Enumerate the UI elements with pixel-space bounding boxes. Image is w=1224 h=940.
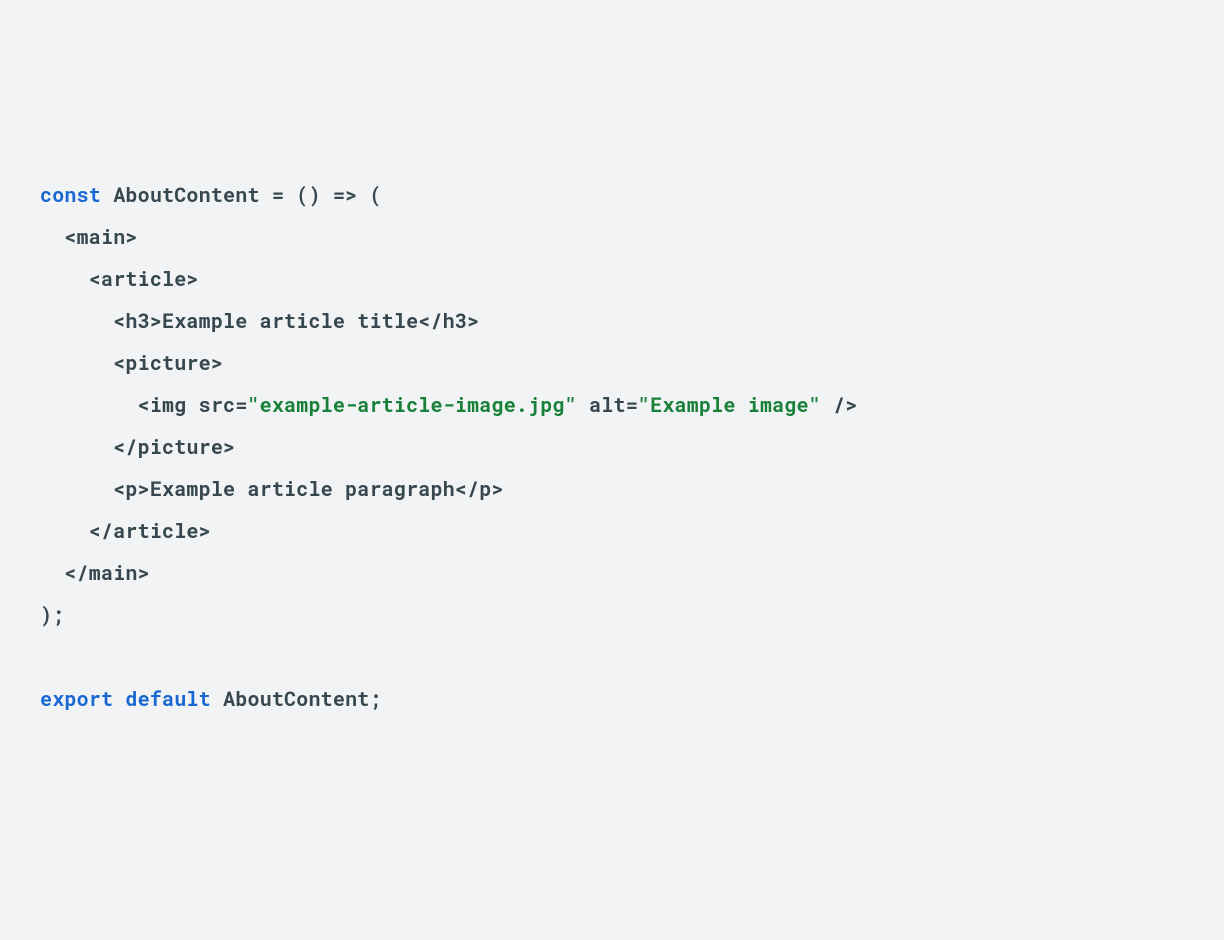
code-line-11: ); (40, 594, 1184, 636)
tag-p-open: <p> (113, 476, 150, 502)
identifier-name: AboutContent (113, 182, 259, 208)
punct-close-paren: ); (40, 602, 64, 628)
tag-picture-close: </picture> (113, 434, 235, 460)
text-h3: Example article title (162, 308, 418, 334)
code-line-6: <img src="example-article-image.jpg" alt… (40, 384, 1184, 426)
tag-picture-open: <picture> (113, 350, 223, 376)
blank-line (40, 644, 52, 670)
code-line-9: </article> (40, 510, 1184, 552)
tag-h3-close: </h3> (418, 308, 479, 334)
punct-semi: ; (369, 686, 381, 712)
code-line-7: </picture> (40, 426, 1184, 468)
text-paragraph: Example article paragraph (150, 476, 455, 502)
attr-src: src= (186, 392, 247, 418)
attr-alt: alt= (577, 392, 638, 418)
code-line-13: export default AboutContent; (40, 678, 1184, 720)
keyword-default: default (125, 686, 210, 712)
arrow-open: () => ( (296, 182, 381, 208)
code-line-5: <picture> (40, 342, 1184, 384)
code-line-3: <article> (40, 258, 1184, 300)
tag-main-close: </main> (64, 560, 149, 586)
tag-img-open: <img (138, 392, 187, 418)
code-line-1: const AboutContent = () => ( (40, 174, 1184, 216)
punct-equals: = (260, 182, 297, 208)
tag-img-close: /> (821, 392, 858, 418)
keyword-export: export (40, 686, 113, 712)
string-alt: "Example image" (638, 392, 821, 418)
code-line-8: <p>Example article paragraph</p> (40, 468, 1184, 510)
code-line-10: </main> (40, 552, 1184, 594)
identifier-aboutcontent (101, 182, 113, 208)
identifier-export-name: AboutContent (223, 686, 369, 712)
tag-p-close: </p> (455, 476, 504, 502)
tag-article-close: </article> (89, 518, 211, 544)
keyword-const: const (40, 182, 101, 208)
tag-main-open: <main> (64, 224, 137, 250)
tag-article-open: <article> (89, 266, 199, 292)
code-line-12 (40, 636, 1184, 678)
string-src: "example-article-image.jpg" (247, 392, 576, 418)
code-line-4: <h3>Example article title</h3> (40, 300, 1184, 342)
tag-h3-open: <h3> (113, 308, 162, 334)
code-line-2: <main> (40, 216, 1184, 258)
